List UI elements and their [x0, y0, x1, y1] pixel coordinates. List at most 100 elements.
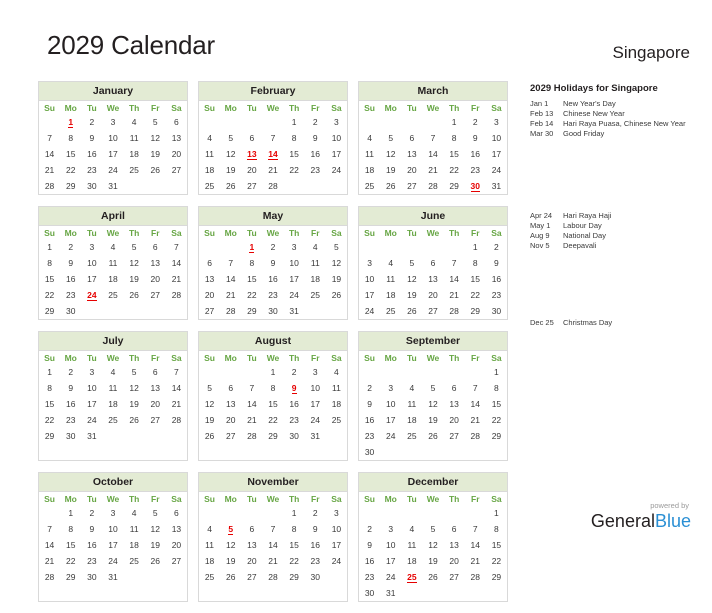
day-cell[interactable]: 28 — [39, 569, 60, 585]
day-cell[interactable]: 26 — [380, 178, 401, 194]
day-cell[interactable]: 25 — [380, 303, 401, 319]
day-cell[interactable]: 20 — [444, 553, 465, 569]
day-cell[interactable]: 20 — [220, 412, 241, 428]
day-cell[interactable]: 3 — [102, 114, 123, 130]
day-cell-holiday[interactable]: 1 — [60, 114, 81, 130]
day-cell[interactable]: 24 — [284, 287, 305, 303]
day-cell[interactable]: 25 — [401, 428, 422, 444]
day-cell[interactable]: 15 — [465, 271, 486, 287]
day-cell[interactable]: 14 — [444, 271, 465, 287]
day-cell[interactable]: 2 — [81, 114, 102, 130]
day-cell[interactable]: 4 — [305, 239, 326, 255]
day-cell[interactable]: 25 — [102, 412, 123, 428]
day-cell[interactable]: 12 — [199, 396, 220, 412]
day-cell[interactable]: 14 — [166, 255, 187, 271]
day-cell[interactable]: 6 — [145, 239, 166, 255]
day-cell[interactable]: 8 — [444, 130, 465, 146]
day-cell[interactable]: 25 — [199, 178, 220, 194]
day-cell[interactable]: 4 — [199, 521, 220, 537]
day-cell[interactable]: 14 — [220, 271, 241, 287]
day-cell[interactable]: 14 — [422, 146, 443, 162]
day-cell[interactable]: 6 — [166, 505, 187, 521]
day-cell[interactable]: 19 — [145, 146, 166, 162]
day-cell[interactable]: 6 — [444, 521, 465, 537]
day-cell[interactable]: 10 — [81, 380, 102, 396]
day-cell[interactable]: 27 — [444, 428, 465, 444]
day-cell[interactable]: 9 — [305, 521, 326, 537]
day-cell[interactable]: 2 — [305, 505, 326, 521]
day-cell[interactable]: 9 — [262, 255, 283, 271]
day-cell[interactable]: 16 — [465, 146, 486, 162]
day-cell[interactable]: 15 — [60, 146, 81, 162]
day-cell[interactable]: 31 — [305, 428, 326, 444]
day-cell[interactable]: 17 — [81, 271, 102, 287]
day-cell[interactable]: 29 — [60, 569, 81, 585]
day-cell[interactable]: 12 — [422, 537, 443, 553]
day-cell[interactable]: 4 — [102, 364, 123, 380]
day-cell[interactable]: 6 — [199, 255, 220, 271]
day-cell[interactable]: 16 — [284, 396, 305, 412]
day-cell[interactable]: 6 — [220, 380, 241, 396]
day-cell[interactable]: 13 — [166, 521, 187, 537]
day-cell[interactable]: 26 — [145, 553, 166, 569]
day-cell[interactable]: 26 — [199, 428, 220, 444]
day-cell[interactable]: 10 — [326, 521, 347, 537]
day-cell[interactable]: 23 — [359, 428, 380, 444]
day-cell[interactable]: 5 — [380, 130, 401, 146]
day-cell[interactable]: 5 — [401, 255, 422, 271]
day-cell[interactable]: 7 — [39, 521, 60, 537]
day-cell[interactable]: 9 — [359, 396, 380, 412]
day-cell[interactable]: 27 — [166, 553, 187, 569]
day-cell[interactable]: 15 — [486, 537, 507, 553]
day-cell[interactable]: 2 — [60, 239, 81, 255]
day-cell[interactable]: 5 — [422, 380, 443, 396]
day-cell[interactable]: 22 — [241, 287, 262, 303]
day-cell[interactable]: 6 — [401, 130, 422, 146]
day-cell[interactable]: 25 — [326, 412, 347, 428]
day-cell[interactable]: 26 — [124, 287, 145, 303]
day-cell[interactable]: 9 — [81, 130, 102, 146]
day-cell[interactable]: 30 — [486, 303, 507, 319]
day-cell[interactable]: 22 — [284, 553, 305, 569]
day-cell[interactable]: 4 — [401, 521, 422, 537]
day-cell[interactable]: 26 — [422, 569, 443, 585]
day-cell[interactable]: 29 — [486, 428, 507, 444]
day-cell[interactable]: 4 — [199, 130, 220, 146]
day-cell[interactable]: 5 — [124, 239, 145, 255]
day-cell[interactable]: 10 — [380, 396, 401, 412]
day-cell[interactable]: 30 — [81, 569, 102, 585]
day-cell[interactable]: 2 — [60, 364, 81, 380]
day-cell[interactable]: 21 — [422, 162, 443, 178]
day-cell[interactable]: 12 — [220, 537, 241, 553]
day-cell[interactable]: 2 — [486, 239, 507, 255]
day-cell[interactable]: 23 — [359, 569, 380, 585]
day-cell[interactable]: 5 — [199, 380, 220, 396]
day-cell[interactable]: 20 — [422, 287, 443, 303]
day-cell[interactable]: 31 — [102, 178, 123, 194]
day-cell[interactable]: 22 — [60, 162, 81, 178]
day-cell[interactable]: 9 — [465, 130, 486, 146]
day-cell[interactable]: 17 — [359, 287, 380, 303]
day-cell[interactable]: 21 — [39, 162, 60, 178]
day-cell[interactable]: 26 — [145, 162, 166, 178]
day-cell[interactable]: 19 — [422, 412, 443, 428]
day-cell[interactable]: 17 — [102, 537, 123, 553]
day-cell[interactable]: 21 — [166, 396, 187, 412]
day-cell[interactable]: 15 — [60, 537, 81, 553]
day-cell[interactable]: 21 — [220, 287, 241, 303]
day-cell[interactable]: 9 — [81, 521, 102, 537]
day-cell[interactable]: 18 — [401, 412, 422, 428]
day-cell[interactable]: 3 — [326, 114, 347, 130]
day-cell[interactable]: 12 — [380, 146, 401, 162]
day-cell[interactable]: 11 — [305, 255, 326, 271]
day-cell[interactable]: 3 — [305, 364, 326, 380]
day-cell[interactable]: 28 — [220, 303, 241, 319]
day-cell[interactable]: 25 — [199, 569, 220, 585]
day-cell[interactable]: 17 — [486, 146, 507, 162]
day-cell[interactable]: 23 — [465, 162, 486, 178]
day-cell[interactable]: 4 — [359, 130, 380, 146]
day-cell[interactable]: 20 — [166, 537, 187, 553]
day-cell[interactable]: 28 — [465, 428, 486, 444]
day-cell[interactable]: 7 — [262, 130, 283, 146]
day-cell[interactable]: 12 — [220, 146, 241, 162]
